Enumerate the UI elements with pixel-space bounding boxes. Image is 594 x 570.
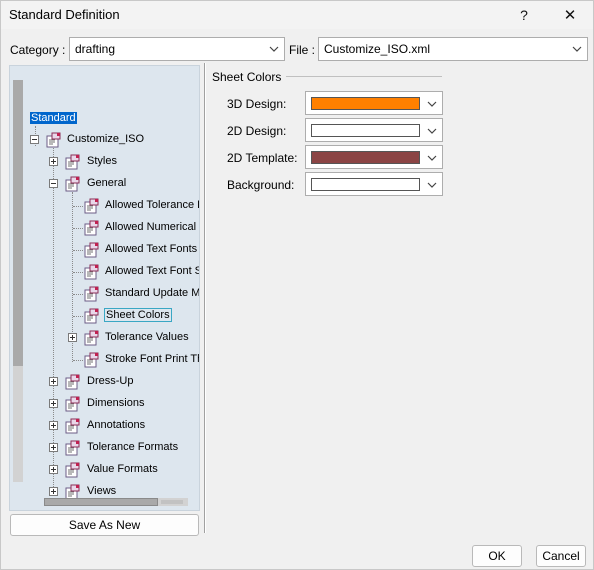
sheet-colors-group-title: Sheet Colors [212, 70, 282, 84]
folder-doc-icon [65, 440, 80, 456]
chevron-down-icon [427, 182, 437, 188]
window-title: Standard Definition [9, 7, 120, 22]
category-select[interactable]: drafting [69, 37, 285, 61]
category-value: drafting [75, 42, 116, 56]
tree-horizontal-scroll-remainder [161, 500, 183, 504]
folder-doc-icon [65, 154, 80, 170]
close-button[interactable]: ✕ [547, 1, 593, 29]
parameter-doc-icon [84, 352, 99, 368]
tree-horizontal-scroll-thumb[interactable] [44, 498, 158, 506]
folder-doc-icon [65, 396, 80, 412]
expand-icon[interactable] [49, 377, 58, 386]
parameter-doc-icon [84, 198, 99, 214]
standard-file-icon [46, 132, 61, 148]
tree-vertical-scroll-thumb[interactable] [13, 80, 23, 366]
standard-definition-dialog: Standard Definition ? ✕ Category : draft… [0, 0, 594, 570]
collapse-icon[interactable] [30, 135, 39, 144]
chevron-down-icon [269, 46, 279, 52]
panel-divider [204, 63, 206, 533]
3d-design-label: 3D Design: [227, 97, 287, 111]
2d-design-color-select[interactable] [305, 118, 443, 142]
expand-icon[interactable] [49, 399, 58, 408]
2d-template-color-select[interactable] [305, 145, 443, 169]
parameter-doc-icon [84, 308, 99, 324]
3d-design-color-swatch [311, 97, 420, 110]
background-color-select[interactable] [305, 172, 443, 196]
file-value: Customize_ISO.xml [324, 42, 431, 56]
file-label: File : [289, 43, 316, 57]
file-select[interactable]: Customize_ISO.xml [318, 37, 588, 61]
2d-design-label: 2D Design: [227, 124, 287, 138]
expand-icon[interactable] [49, 443, 58, 452]
background-label: Background: [227, 178, 295, 192]
save-as-new-button[interactable]: Save As New [10, 514, 199, 536]
expand-icon[interactable] [49, 157, 58, 166]
parameter-doc-icon [84, 330, 99, 346]
parameter-doc-icon [84, 242, 99, 258]
2d-design-color-swatch [311, 124, 420, 137]
expand-icon[interactable] [49, 465, 58, 474]
group-separator [286, 76, 442, 77]
title-bar: Standard Definition ? ✕ [1, 1, 593, 29]
folder-doc-icon [65, 462, 80, 478]
chevron-down-icon [427, 155, 437, 161]
2d-template-color-swatch [311, 151, 420, 164]
expand-icon[interactable] [68, 333, 77, 342]
parameter-doc-icon [84, 264, 99, 280]
chevron-down-icon [427, 128, 437, 134]
expand-icon[interactable] [49, 487, 58, 496]
folder-doc-icon [65, 374, 80, 390]
folder-doc-icon [65, 176, 80, 192]
category-label: Category : [10, 43, 66, 57]
expand-icon[interactable] [49, 421, 58, 430]
collapse-icon[interactable] [49, 179, 58, 188]
parameter-doc-icon [84, 286, 99, 302]
3d-design-color-select[interactable] [305, 91, 443, 115]
ok-button[interactable]: OK [472, 545, 522, 567]
cancel-button[interactable]: Cancel [536, 545, 586, 567]
chevron-down-icon [572, 46, 582, 52]
parameter-doc-icon [84, 220, 99, 236]
2d-template-label: 2D Template: [227, 151, 298, 165]
folder-doc-icon [65, 418, 80, 434]
chevron-down-icon [427, 101, 437, 107]
help-button[interactable]: ? [501, 1, 547, 29]
standards-tree[interactable]: Standard Customize_ISO Styles General Al… [9, 65, 200, 511]
background-color-swatch [311, 178, 420, 191]
